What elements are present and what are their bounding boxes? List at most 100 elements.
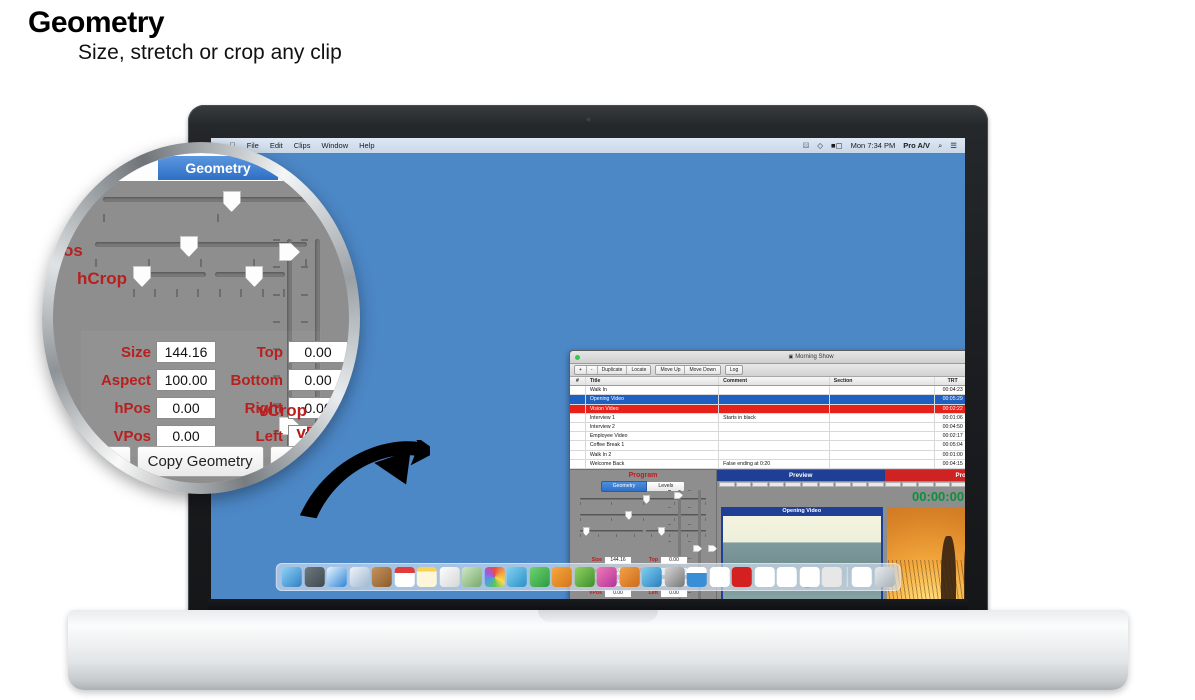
dock-audio-icon[interactable] xyxy=(754,567,775,587)
dock-reminders-icon[interactable] xyxy=(439,567,460,587)
cell-title[interactable]: Welcome Back xyxy=(586,459,720,468)
magnified-field-value[interactable]: 0.00 xyxy=(288,341,348,363)
duplicate-button[interactable]: Duplicate xyxy=(597,366,628,374)
cell-title[interactable]: Opening Video xyxy=(586,395,720,404)
dock-mail-icon[interactable] xyxy=(349,567,370,587)
list-icon[interactable]: ☰ xyxy=(950,141,957,150)
dock-maps-icon[interactable] xyxy=(461,567,482,587)
tab-geometry[interactable]: Geometry xyxy=(600,480,648,492)
table-row[interactable]: Walk In00:04:23⇅ xyxy=(570,386,965,396)
table-row[interactable]: Interview 200:04:50⇅ xyxy=(570,422,965,433)
vpos-knob[interactable] xyxy=(693,545,702,553)
cell-comment[interactable] xyxy=(719,386,830,395)
col-section[interactable]: Section xyxy=(830,377,936,386)
cell-comment[interactable] xyxy=(719,395,830,404)
magnified-hcrop-slider[interactable] xyxy=(133,266,285,297)
table-row[interactable]: Interview 1Starts in black00:01:06.5 Sec… xyxy=(570,413,965,423)
magnified-field-value[interactable]: 144.16 xyxy=(156,341,216,363)
dock-calendar-icon[interactable] xyxy=(394,567,415,587)
cell-comment[interactable] xyxy=(719,422,830,432)
cell-section[interactable] xyxy=(830,441,936,450)
cell-title[interactable]: Vision Video xyxy=(586,404,720,413)
cell-title[interactable]: Walk In 2 xyxy=(586,450,720,459)
dock-facetime-icon[interactable] xyxy=(529,567,550,587)
menubar-clock[interactable]: Mon 7:34 PM xyxy=(851,141,896,150)
cell-section[interactable] xyxy=(830,450,936,459)
cell-title[interactable]: Interview 1 xyxy=(586,413,720,422)
magnified-button-1[interactable]: Copy Geometry xyxy=(136,446,264,477)
cell-section[interactable] xyxy=(830,432,936,441)
dock-trash-icon[interactable] xyxy=(874,567,895,587)
magnified-size-slider[interactable] xyxy=(103,191,333,222)
cell-title[interactable]: Walk In xyxy=(586,386,720,395)
cell-section[interactable] xyxy=(830,459,936,468)
locate-button[interactable]: Locate xyxy=(627,366,651,374)
dock-messages-icon[interactable] xyxy=(506,567,527,587)
cell-title[interactable]: Employee Video xyxy=(586,432,720,441)
dock-ibooks-icon[interactable] xyxy=(619,567,640,587)
cell-section[interactable] xyxy=(830,404,936,413)
cell-comment[interactable] xyxy=(719,450,830,459)
menu-item-edit[interactable]: Edit xyxy=(270,141,283,150)
cell-title[interactable]: Coffee Break 1 xyxy=(586,441,720,450)
magnified-button-0[interactable]: try xyxy=(91,446,131,477)
add-button[interactable]: + xyxy=(575,366,587,374)
table-row[interactable]: Coffee Break 100:05:045 Sec⇅ xyxy=(570,441,965,451)
menu-item-help[interactable]: Help xyxy=(359,141,374,150)
dock-playlist-icon[interactable] xyxy=(686,567,707,587)
move-up-button[interactable]: Move Up xyxy=(656,366,686,374)
move-down-button[interactable]: Move Down xyxy=(685,366,720,374)
cell-section[interactable] xyxy=(830,386,936,395)
magnified-field-value[interactable]: 0.00 xyxy=(156,397,216,419)
dock-play-outline-icon[interactable] xyxy=(776,567,797,587)
dock-finder-icon[interactable] xyxy=(281,567,302,587)
dock-numbers-icon[interactable] xyxy=(574,567,595,587)
dock-settings-icon[interactable] xyxy=(664,567,685,587)
wifi-icon[interactable]: ◇ xyxy=(817,141,823,150)
dock-pages-icon[interactable] xyxy=(551,567,572,587)
cell-section[interactable] xyxy=(830,422,936,432)
table-row[interactable]: Welcome Back False ending at 0:20 00:04:15… xyxy=(570,459,965,469)
magnified-field-value[interactable]: 100.00 xyxy=(156,369,216,391)
dock-appstore-icon[interactable] xyxy=(641,567,662,587)
dock-safari-icon[interactable] xyxy=(326,567,347,587)
col-trt[interactable]: TRT xyxy=(935,377,965,385)
battery-icon[interactable]: ■▢ xyxy=(831,141,843,150)
log-button[interactable]: Log xyxy=(724,365,744,375)
dock-play-icon[interactable] xyxy=(799,567,820,587)
magnified-tab-geometry[interactable]: Geometry xyxy=(158,156,278,180)
magnified-vcrop-knob-top[interactable] xyxy=(279,243,300,261)
col-title[interactable]: Title xyxy=(586,377,720,386)
col-comment[interactable]: Comment xyxy=(719,377,830,386)
menu-item-clips[interactable]: Clips xyxy=(294,141,311,150)
aspect-knob[interactable] xyxy=(708,545,717,553)
table-row[interactable]: Employee Video00:02:171 Sec⇅ xyxy=(570,432,965,442)
dock-record-icon[interactable] xyxy=(709,567,730,587)
cell-section[interactable] xyxy=(830,413,936,422)
vcrop-knob-top[interactable] xyxy=(674,491,683,499)
dock-terminal-icon[interactable] xyxy=(851,567,872,587)
dock-launchpad-icon[interactable] xyxy=(304,567,325,587)
search-icon[interactable]: ⌕ xyxy=(938,141,942,151)
table-row[interactable]: Vision Video00:02:22⇅ xyxy=(570,404,965,414)
magnified-field-value[interactable]: 0.00 xyxy=(288,369,348,391)
dock-photos-icon[interactable] xyxy=(484,567,505,587)
cell-comment[interactable]: False ending at 0:20 xyxy=(719,459,830,468)
cell-title[interactable]: Interview 2 xyxy=(586,422,720,432)
menu-item-window[interactable]: Window xyxy=(321,141,348,150)
dock-itunes-icon[interactable] xyxy=(596,567,617,587)
cell-comment[interactable] xyxy=(719,441,830,450)
cell-comment[interactable] xyxy=(719,404,830,413)
dock-scissors-icon[interactable] xyxy=(821,567,842,587)
menu-item-file[interactable]: File xyxy=(247,141,259,150)
dock-contacts-icon[interactable] xyxy=(371,567,392,587)
magnified-field-value[interactable]: 0.00 xyxy=(156,425,216,447)
table-row[interactable]: Walk In 200:01:00⇅ xyxy=(570,450,965,460)
dock-clock-icon[interactable] xyxy=(731,567,752,587)
cell-section[interactable] xyxy=(830,395,936,404)
cell-comment[interactable] xyxy=(719,432,830,441)
table-row[interactable]: Opening Video00:05:29⇅ xyxy=(570,395,965,405)
remove-button[interactable]: - xyxy=(586,366,598,374)
menubar-user[interactable]: Pro A/V xyxy=(903,141,930,150)
dock-notes-icon[interactable] xyxy=(416,567,437,587)
